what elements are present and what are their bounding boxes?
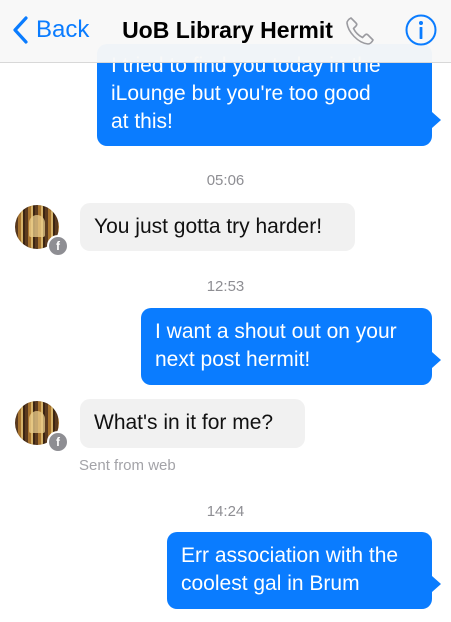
chevron-left-icon	[13, 16, 28, 44]
back-button[interactable]: Back	[10, 14, 89, 46]
message-bubble-outgoing[interactable]: I want a shout out on your next post her…	[141, 308, 432, 385]
message-line: Err association with the	[181, 544, 399, 567]
bubble-tail	[432, 112, 441, 128]
back-label: Back	[36, 16, 90, 43]
message-line: iLounge but you're too good	[111, 82, 371, 105]
timestamp: 14:24	[206, 503, 245, 520]
sent-from-label: Sent from web	[79, 457, 176, 474]
timestamp: 12:53	[206, 278, 245, 295]
facebook-badge-icon: f	[47, 235, 69, 257]
message-bubble-incoming[interactable]: What's in it for me?	[80, 399, 305, 448]
conversation-title: UoB Library Hermit	[122, 17, 333, 43]
navigation-bar: Back UoB Library Hermit	[0, 0, 451, 63]
message-text: You just gotta try harder!	[94, 215, 323, 238]
message-thread[interactable]: I tried to find you today in the iLounge…	[0, 0, 451, 622]
facebook-badge-icon: f	[47, 431, 69, 453]
info-icon[interactable]	[404, 13, 438, 47]
bubble-tail	[432, 576, 441, 592]
message-text: What's in it for me?	[94, 411, 274, 434]
phone-icon[interactable]	[343, 14, 377, 48]
message-line: next post hermit!	[155, 348, 311, 371]
timestamp: 05:06	[206, 172, 245, 189]
message-bubble-incoming[interactable]: You just gotta try harder!	[80, 203, 355, 251]
message-line: I want a shout out on your	[155, 320, 397, 343]
message-line: at this!	[111, 110, 173, 133]
message-bubble-outgoing[interactable]: Err association with the coolest gal in …	[167, 532, 432, 609]
message-line: coolest gal in Brum	[181, 572, 360, 595]
bubble-tail	[432, 352, 441, 368]
